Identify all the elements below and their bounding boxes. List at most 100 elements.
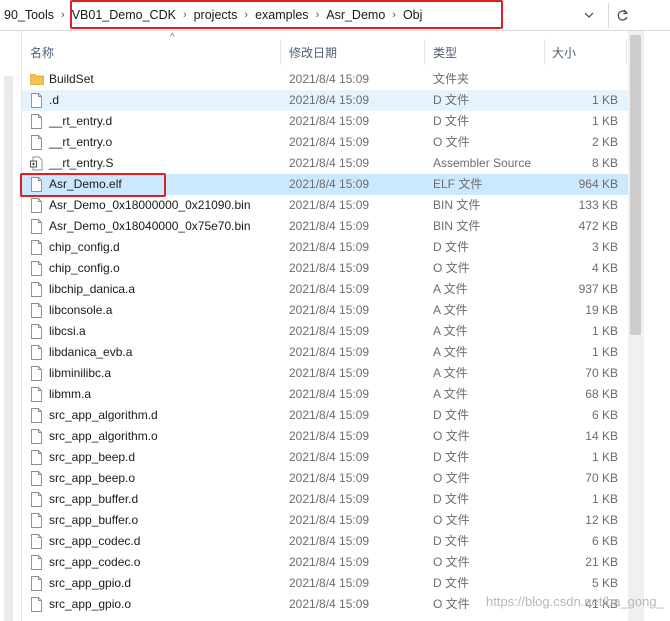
breadcrumb-separator-icon[interactable]: › <box>313 9 323 21</box>
file-row[interactable]: src_app_codec.d 2021/8/4 15:09 D 文件 6 KB <box>22 531 628 552</box>
file-row[interactable]: libdanica_evb.a 2021/8/4 15:09 A 文件 1 KB <box>22 342 628 363</box>
file-row[interactable]: __rt_entry.d 2021/8/4 15:09 D 文件 1 KB <box>22 111 628 132</box>
file-name: libchip_danica.a <box>49 282 136 296</box>
file-size: 1 KB <box>591 324 618 338</box>
file-date: 2021/8/4 15:09 <box>289 513 370 527</box>
file-row[interactable]: src_app_algorithm.o 2021/8/4 15:09 O 文件 14 … <box>22 426 628 447</box>
file-row[interactable]: src_app_codec.o 2021/8/4 15:09 O 文件 21 KB <box>22 552 628 573</box>
address-bar[interactable]: 90_Tools › VB01_Demo_CDK › projects › ex… <box>0 0 670 31</box>
column-divider[interactable] <box>626 39 627 65</box>
file-row[interactable]: Asr_Demo_0x18040000_0x75e70.bin 2021/8/4 … <box>22 216 628 237</box>
file-type: D 文件 <box>433 93 470 107</box>
file-size: 8 KB <box>591 156 618 170</box>
column-divider[interactable] <box>544 39 545 65</box>
file-icon <box>30 534 43 549</box>
file-name: src_app_buffer.d <box>49 492 139 506</box>
file-date: 2021/8/4 15:09 <box>289 471 370 485</box>
file-row[interactable]: src_app_beep.d 2021/8/4 15:09 D 文件 1 KB <box>22 447 628 468</box>
file-row[interactable]: src_app_buffer.o 2021/8/4 15:09 O 文件 12 KB <box>22 510 628 531</box>
file-row[interactable]: chip_config.d 2021/8/4 15:09 D 文件 3 KB <box>22 237 628 258</box>
file-name: .d <box>49 93 60 107</box>
file-list-scrollbar[interactable] <box>628 31 644 621</box>
folder-row[interactable]: BuildSet 2021/8/4 15:09 文件夹 <box>22 69 628 90</box>
file-type: O 文件 <box>433 513 470 527</box>
file-icon <box>30 177 43 192</box>
file-row[interactable]: libcsi.a 2021/8/4 15:09 A 文件 1 KB <box>22 321 628 342</box>
column-name-header[interactable]: 名称 <box>30 43 54 63</box>
file-name: libdanica_evb.a <box>49 345 133 359</box>
file-row[interactable]: libmm.a 2021/8/4 15:09 A 文件 68 KB <box>22 384 628 405</box>
column-date-header[interactable]: 修改日期 <box>289 43 337 63</box>
file-icon <box>30 513 43 528</box>
breadcrumb-separator-icon[interactable]: › <box>180 9 190 21</box>
file-type: D 文件 <box>433 576 470 590</box>
column-divider[interactable] <box>280 39 281 65</box>
chevron-down-icon <box>584 12 594 18</box>
file-row[interactable]: Asr_Demo_0x18000000_0x21090.bin 2021/8/4 … <box>22 195 628 216</box>
breadcrumb-separator-icon[interactable]: › <box>241 9 251 21</box>
file-date: 2021/8/4 15:09 <box>289 450 370 464</box>
file-size: 6 KB <box>591 408 618 422</box>
file-name: __rt_entry.o <box>49 135 113 149</box>
file-row[interactable]: src_app_algorithm.d 2021/8/4 15:09 D 文件 6 K… <box>22 405 628 426</box>
file-size: 5 KB <box>591 576 618 590</box>
file-row[interactable]: libchip_danica.a 2021/8/4 15:09 A 文件 937 KB <box>22 279 628 300</box>
file-size: 472 KB <box>578 219 618 233</box>
file-icon <box>30 576 43 591</box>
file-name: chip_config.o <box>49 261 120 275</box>
file-row[interactable]: chip_config.o 2021/8/4 15:09 O 文件 4 KB <box>22 258 628 279</box>
file-name: src_app_beep.o <box>49 471 136 485</box>
file-date: 2021/8/4 15:09 <box>289 282 370 296</box>
breadcrumb-item[interactable]: Asr_Demo <box>322 8 389 22</box>
file-row[interactable]: Asr_Demo.elf 2021/8/4 15:09 ELF 文件 964 KB <box>22 174 628 195</box>
column-divider[interactable] <box>424 39 425 65</box>
file-name: src_app_buffer.o <box>49 513 139 527</box>
file-date: 2021/8/4 15:09 <box>289 156 370 170</box>
file-icon <box>30 408 43 423</box>
file-row[interactable]: libminilibc.a 2021/8/4 15:09 A 文件 70 KB <box>22 363 628 384</box>
column-size-header[interactable]: 大小 <box>552 43 576 63</box>
file-date: 2021/8/4 15:09 <box>289 240 370 254</box>
file-size: 1 KB <box>591 114 618 128</box>
column-header: ^ 名称 修改日期 类型 大小 <box>22 31 628 67</box>
refresh-icon <box>617 9 629 21</box>
navigation-pane-scrollbar[interactable] <box>4 76 13 621</box>
file-row[interactable]: __rt_entry.o 2021/8/4 15:09 O 文件 2 KB <box>22 132 628 153</box>
refresh-button[interactable] <box>608 3 636 28</box>
file-icon <box>30 198 43 213</box>
watermark: https://blog.csdn.net/ba_gong_ <box>486 594 664 609</box>
breadcrumb-item[interactable]: projects <box>190 8 242 22</box>
file-row[interactable]: src_app_beep.o 2021/8/4 15:09 O 文件 70 KB <box>22 468 628 489</box>
file-row[interactable]: libconsole.a 2021/8/4 15:09 A 文件 19 KB <box>22 300 628 321</box>
file-row[interactable]: __rt_entry.S 2021/8/4 15:09 Assembler Sour… <box>22 153 628 174</box>
column-type-header[interactable]: 类型 <box>433 43 457 63</box>
file-type: BIN 文件 <box>433 219 481 233</box>
file-name: __rt_entry.S <box>49 156 114 170</box>
file-date: 2021/8/4 15:09 <box>289 303 370 317</box>
file-date: 2021/8/4 15:09 <box>289 345 370 359</box>
navigation-pane[interactable] <box>0 31 22 621</box>
breadcrumb-item-current[interactable]: Obj <box>399 8 426 22</box>
breadcrumb-item[interactable]: VB01_Demo_CDK <box>68 8 180 22</box>
file-row[interactable]: .d 2021/8/4 15:09 D 文件 1 KB <box>22 90 628 111</box>
file-date: 2021/8/4 15:09 <box>289 93 370 107</box>
file-icon <box>30 135 43 150</box>
file-type: O 文件 <box>433 261 470 275</box>
file-row[interactable]: src_app_buffer.d 2021/8/4 15:09 D 文件 1 KB <box>22 489 628 510</box>
scrollbar-thumb[interactable] <box>630 35 641 335</box>
file-size: 70 KB <box>585 471 618 485</box>
breadcrumb-separator-icon[interactable]: › <box>58 9 68 21</box>
file-date: 2021/8/4 15:09 <box>289 534 370 548</box>
file-row[interactable]: src_app_gpio.d 2021/8/4 15:09 D 文件 5 KB <box>22 573 628 594</box>
address-dropdown-button[interactable] <box>578 4 600 26</box>
file-type: BIN 文件 <box>433 198 481 212</box>
file-size: 4 KB <box>591 261 618 275</box>
file-icon <box>30 303 43 318</box>
file-name: chip_config.d <box>49 240 120 254</box>
file-name: libminilibc.a <box>49 366 112 380</box>
breadcrumb-separator-icon[interactable]: › <box>389 9 399 21</box>
breadcrumb-item[interactable]: examples <box>251 8 313 22</box>
breadcrumb-item[interactable]: 90_Tools <box>0 8 58 22</box>
file-date: 2021/8/4 15:09 <box>289 429 370 443</box>
file-date: 2021/8/4 15:09 <box>289 261 370 275</box>
